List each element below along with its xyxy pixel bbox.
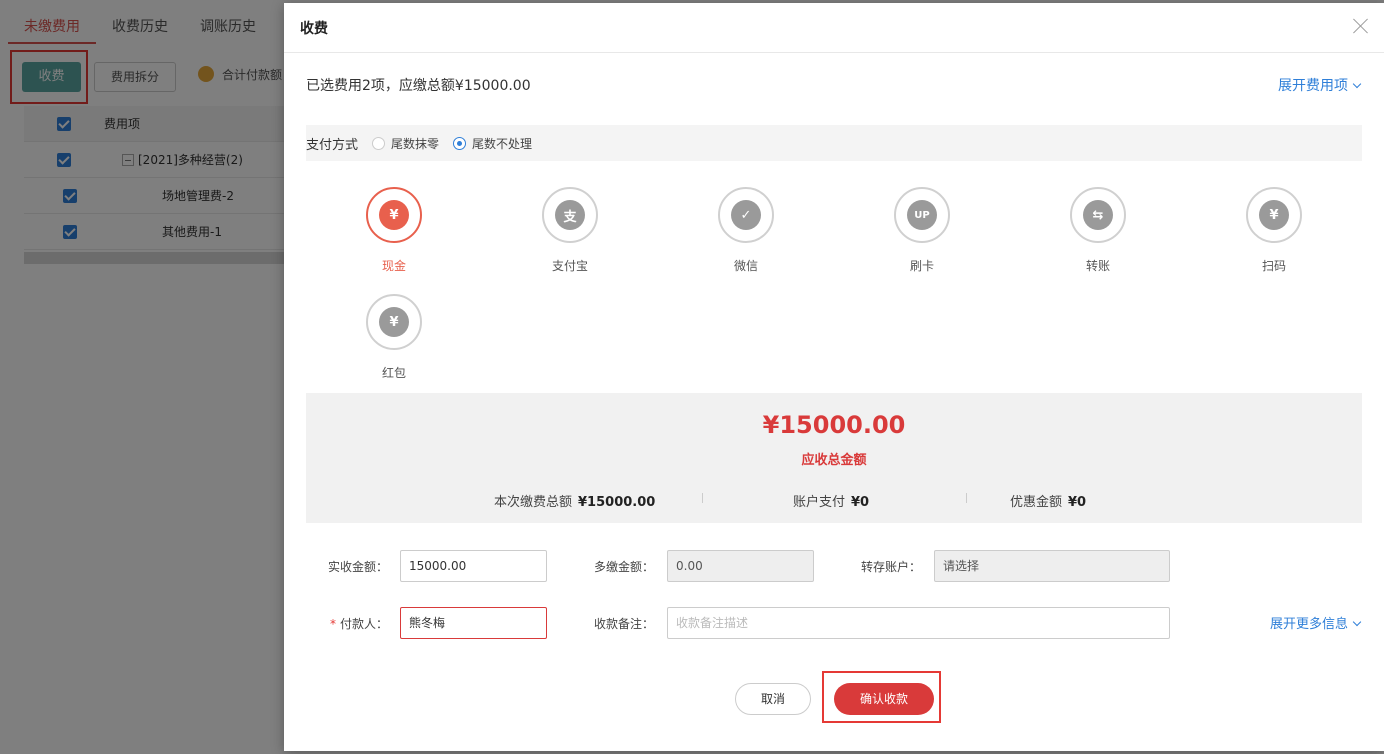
divider [702, 493, 703, 503]
method-red-envelope-label: 红包 [381, 366, 406, 380]
this-payment-label: 本次缴费总额 [494, 495, 573, 510]
radio-no-rounding-label: 尾数不处理 [472, 136, 533, 151]
method-card-label: 刷卡 [909, 259, 934, 273]
red-envelope-bag-icon[interactable]: ¥ [366, 294, 422, 350]
total-receivable-amount: ¥15000.00 [762, 411, 906, 439]
remark-label: 收款备注： [593, 617, 654, 631]
expand-more-info-link[interactable]: 展开更多信息 [1269, 613, 1362, 632]
discount-value: ¥0 [1068, 495, 1087, 510]
this-payment-value: ¥15000.00 [578, 495, 656, 510]
expand-fee-items-link[interactable]: 展开费用项 [1278, 75, 1362, 95]
discount-label: 优惠金额 [1010, 495, 1063, 510]
transfer-account-label: 转存账户： [860, 560, 921, 574]
expand-fee-items-label: 展开费用项 [1278, 78, 1348, 94]
method-card[interactable]: UP 刷卡 [882, 187, 962, 274]
method-wechat-label: 微信 [733, 259, 758, 273]
radio-round-off[interactable]: 尾数抹零 [372, 135, 439, 152]
method-transfer-label: 转账 [1085, 259, 1110, 273]
radio-circle-selected[interactable] [453, 136, 467, 150]
chevron-down-icon [1352, 79, 1362, 89]
payer-input[interactable]: 熊冬梅 [400, 607, 547, 639]
account-pay-label: 账户支付 [793, 495, 846, 510]
method-red-envelope[interactable]: ¥ 红包 [354, 294, 434, 381]
discount-stat: 优惠金额 ¥0 [1010, 491, 1086, 510]
overpay-amount-label: 多缴金额： [593, 560, 654, 574]
total-receivable-label: 应收总金额 [801, 453, 867, 468]
method-wechat[interactable]: ✓ 微信 [706, 187, 786, 274]
required-mark: * [329, 617, 336, 631]
confirm-button-highlight [822, 671, 941, 723]
method-alipay-label: 支付宝 [551, 259, 588, 273]
amount-summary-box: ¥15000.00 应收总金额 本次缴费总额 ¥15000.00 账户支付 ¥0 优… [306, 393, 1362, 523]
this-payment-stat: 本次缴费总额 ¥15000.00 [494, 491, 655, 510]
modal-title: 收费 [284, 3, 1384, 53]
collect-fee-modal: 收费 已选费用2项，应缴总额¥15000.00 展开费用项 支付方式 尾数抹零 … [284, 3, 1384, 751]
cash-bag-icon[interactable]: ¥ [366, 187, 422, 243]
received-amount-label: 实收金额： [327, 560, 388, 574]
chevron-down-icon [1352, 617, 1362, 627]
payer-label: * 付款人： [298, 615, 388, 632]
radio-no-rounding[interactable]: 尾数不处理 [453, 135, 532, 152]
scan-bag-icon[interactable]: ¥ [1246, 187, 1302, 243]
method-cash[interactable]: ¥ 现金 [354, 187, 434, 274]
wechat-icon[interactable]: ✓ [718, 187, 774, 243]
divider [966, 493, 967, 503]
transfer-account-select[interactable]: 请选择 [934, 550, 1170, 582]
expand-more-info-label: 展开更多信息 [1269, 617, 1348, 632]
method-scan[interactable]: ¥ 扫码 [1234, 187, 1314, 274]
cancel-button[interactable]: 取消 [735, 683, 811, 715]
received-amount-input[interactable]: 15000.00 [400, 550, 547, 582]
rounding-options-bar: 支付方式 尾数抹零 尾数不处理 [306, 125, 1362, 161]
method-transfer[interactable]: ⇆ 转账 [1058, 187, 1138, 274]
unionpay-card-icon[interactable]: UP [894, 187, 950, 243]
alipay-icon[interactable]: 支 [542, 187, 598, 243]
overpay-amount-input: 0.00 [667, 550, 814, 582]
method-alipay[interactable]: 支 支付宝 [530, 187, 610, 274]
method-cash-label: 现金 [381, 259, 406, 273]
close-icon[interactable] [1352, 17, 1370, 35]
transfer-icon[interactable]: ⇆ [1070, 187, 1126, 243]
selected-fee-summary: 已选费用2项，应缴总额¥15000.00 [306, 78, 531, 94]
remark-input[interactable]: 收款备注描述 [667, 607, 1170, 639]
radio-circle[interactable] [372, 136, 386, 150]
account-pay-stat: 账户支付 ¥0 [793, 491, 869, 510]
radio-round-off-label: 尾数抹零 [391, 136, 440, 151]
method-scan-label: 扫码 [1261, 259, 1286, 273]
account-pay-value: ¥0 [851, 495, 870, 510]
payment-method-label: 支付方式 [306, 137, 359, 153]
payer-label-text: 付款人： [339, 617, 388, 631]
